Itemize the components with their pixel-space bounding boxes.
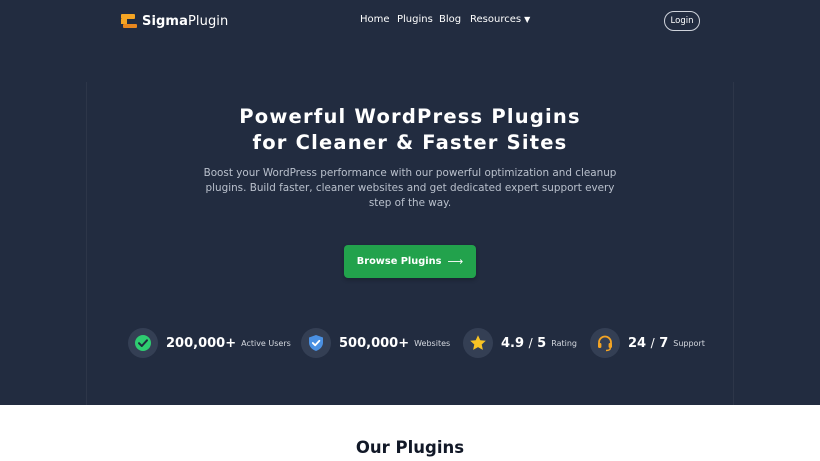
stat-value: 200,000+	[166, 335, 237, 351]
login-button[interactable]: Login	[664, 11, 700, 31]
nav-item-resources-label: Resources	[470, 14, 522, 25]
our-plugins-heading: Our Plugins	[355, 438, 465, 457]
headset-icon	[590, 328, 620, 358]
browse-plugins-label: Browse Plugins	[356, 256, 442, 267]
stat-value: 4.9 / 5	[501, 335, 547, 351]
hero-title-line2: for Cleaner & Faster Sites	[252, 131, 568, 154]
hero-subtitle: Boost your WordPress performance with ou…	[203, 167, 617, 209]
stat-value: 24 / 7	[628, 335, 669, 351]
stat-support: 24 / 7 Support	[590, 328, 705, 358]
browse-plugins-button[interactable]: Browse Plugins ⟶	[344, 245, 476, 278]
nav-item-home[interactable]: Home	[360, 14, 390, 25]
stat-label: Support	[673, 338, 705, 348]
check-circle-icon	[128, 328, 158, 358]
chevron-down-icon: ▼	[524, 15, 531, 24]
stat-value: 500,000+	[339, 335, 410, 351]
stat-active-users: 200,000+ Active Users	[128, 328, 291, 358]
stat-label: Websites	[414, 338, 451, 348]
stat-label: Active Users	[241, 338, 291, 348]
arrow-right-icon: ⟶	[447, 255, 464, 268]
shield-check-icon	[301, 328, 331, 358]
nav-item-plugins[interactable]: Plugins	[397, 14, 433, 25]
nav-item-blog[interactable]: Blog	[439, 14, 461, 25]
hero-title-line1: Powerful WordPress Plugins	[239, 105, 581, 128]
stat-label: Rating	[551, 338, 577, 348]
hero-title: Powerful WordPress Plugins for Cleaner &…	[200, 104, 620, 156]
nav-item-resources[interactable]: Resources ▼	[470, 14, 530, 25]
stat-rating: 4.9 / 5 Rating	[463, 328, 577, 358]
star-icon	[463, 328, 493, 358]
stat-websites: 500,000+ Websites	[301, 328, 450, 358]
